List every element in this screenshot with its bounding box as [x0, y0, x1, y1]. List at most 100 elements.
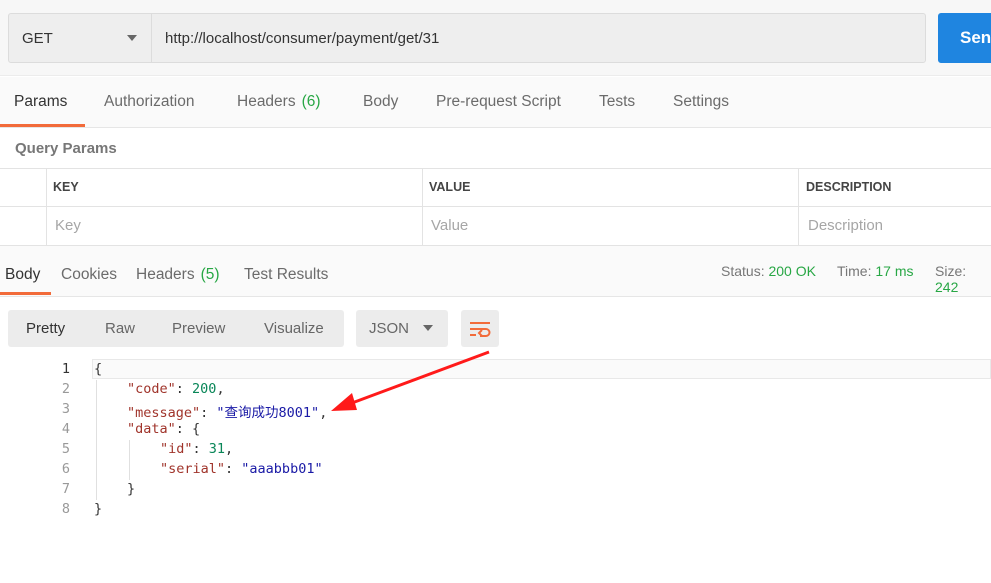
format-select[interactable]: JSON [356, 310, 448, 347]
time-readout: Time: 17 ms [837, 263, 914, 279]
key-input[interactable]: Key [55, 217, 81, 234]
code-line: { [94, 361, 102, 377]
line-number: 6 [61, 461, 70, 477]
chevron-down-icon [423, 325, 433, 331]
url-input[interactable]: http://localhost/consumer/payment/get/31 [151, 13, 926, 63]
json-brace: { [192, 421, 201, 437]
json-colon: : [175, 421, 193, 437]
time-label: Time: [837, 263, 872, 279]
line-number: 7 [61, 481, 70, 497]
status-value[interactable]: 200 OK [768, 263, 815, 279]
code-line: "code": 200, [127, 381, 225, 397]
view-mode-group: Pretty Raw Preview Visualize [8, 310, 344, 347]
json-colon: : [200, 405, 217, 421]
tab-label: Headers [237, 93, 296, 110]
code-line: } [127, 481, 135, 497]
json-string: "aaabbb01" [241, 461, 323, 477]
tab-label: Params [14, 93, 68, 110]
tab-body[interactable]: Body [363, 77, 398, 127]
tab-label: Cookies [61, 266, 117, 283]
raw-button[interactable]: Raw [105, 310, 135, 347]
line-number: 1 [61, 361, 70, 377]
tab-count-badge: (5) [200, 266, 220, 283]
send-label: Send [960, 28, 991, 47]
line-number: 5 [61, 441, 70, 457]
tab-label: Body [5, 266, 41, 283]
tab-label: Test Results [244, 266, 329, 283]
size-readout: Size: 242 [935, 263, 991, 295]
json-brace: } [94, 501, 103, 517]
json-key: "data" [127, 421, 176, 437]
wrap-lines-button[interactable] [461, 310, 499, 347]
active-tab-indicator [0, 292, 51, 295]
tab-label: Pre-request Script [436, 93, 561, 110]
value-input[interactable]: Value [431, 217, 468, 234]
json-number: 31 [208, 441, 226, 457]
request-tabs: Params Authorization Headers (6) Body Pre… [0, 77, 991, 128]
column-header-key: KEY [53, 180, 79, 194]
json-number: 200 [192, 381, 217, 397]
pretty-button[interactable]: Pretty [26, 310, 65, 347]
code-line: } [94, 501, 102, 517]
value-column [422, 169, 799, 246]
size-value[interactable]: 242 [935, 279, 958, 295]
json-string: "查询成功8001" [216, 405, 320, 421]
response-tabs: Body Cookies Headers (5) Test Results Sta… [0, 246, 991, 297]
column-header-description: DESCRIPTION [806, 180, 892, 194]
json-comma: , [225, 441, 234, 457]
line-number: 8 [61, 501, 70, 517]
request-url-bar: GET http://localhost/consumer/payment/ge… [0, 0, 991, 76]
indent-guide [96, 380, 97, 500]
tab-params[interactable]: Params [14, 77, 67, 127]
tab-label: Headers [136, 266, 195, 283]
json-colon: : [175, 381, 193, 397]
active-tab-indicator [0, 124, 85, 127]
visualize-button[interactable]: Visualize [264, 310, 324, 347]
tab-label: Body [363, 93, 399, 110]
url-text: http://localhost/consumer/payment/get/31 [165, 29, 440, 47]
tab-label: Authorization [104, 93, 195, 110]
code-line: "message": "查询成功8001", [127, 401, 327, 421]
active-line-highlight [92, 359, 991, 379]
tab-authorization[interactable]: Authorization [104, 77, 194, 127]
query-params-table: KEY VALUE DESCRIPTION Key Value Descript… [0, 168, 991, 246]
preview-button[interactable]: Preview [172, 310, 225, 347]
method-label: GET [22, 29, 53, 47]
json-colon: : [225, 461, 242, 477]
response-body-viewer[interactable]: 1 2 3 4 5 6 7 8 { "code": 200, "message"… [0, 358, 991, 528]
tab-test-results[interactable]: Test Results [244, 250, 328, 300]
tab-tests[interactable]: Tests [599, 77, 635, 127]
json-comma: , [319, 405, 328, 421]
tab-count-badge: (6) [301, 93, 321, 110]
json-brace: { [94, 361, 103, 377]
indent-guide [129, 440, 130, 480]
code-line: "data": { [127, 421, 200, 437]
code-line: "serial": "aaabbb01" [160, 461, 323, 477]
code-line: "id": 31, [160, 441, 233, 457]
key-column [46, 169, 423, 246]
status-readout: Status: 200 OK [721, 263, 816, 279]
tab-headers[interactable]: Headers (6) [237, 77, 321, 127]
status-label: Status: [721, 263, 765, 279]
description-input[interactable]: Description [808, 217, 883, 234]
line-number: 2 [61, 381, 70, 397]
query-params-title: Query Params [15, 140, 117, 157]
line-number: 4 [61, 421, 70, 437]
tab-settings[interactable]: Settings [673, 77, 729, 127]
time-value[interactable]: 17 ms [875, 263, 913, 279]
tab-response-headers[interactable]: Headers (5) [136, 250, 220, 300]
json-colon: : [192, 441, 209, 457]
json-comma: , [216, 381, 225, 397]
size-label: Size: [935, 263, 967, 279]
wrap-lines-icon [470, 321, 491, 337]
send-button[interactable]: Send [938, 13, 991, 63]
tab-cookies[interactable]: Cookies [61, 250, 117, 300]
json-key: "message" [127, 405, 201, 421]
method-select[interactable]: GET [8, 13, 152, 63]
json-key: "serial" [160, 461, 226, 477]
json-key: "code" [127, 381, 176, 397]
tab-pre-request-script[interactable]: Pre-request Script [436, 77, 561, 127]
tab-label: Tests [599, 93, 636, 110]
line-number: 3 [61, 401, 70, 417]
tab-label: Settings [673, 93, 730, 110]
